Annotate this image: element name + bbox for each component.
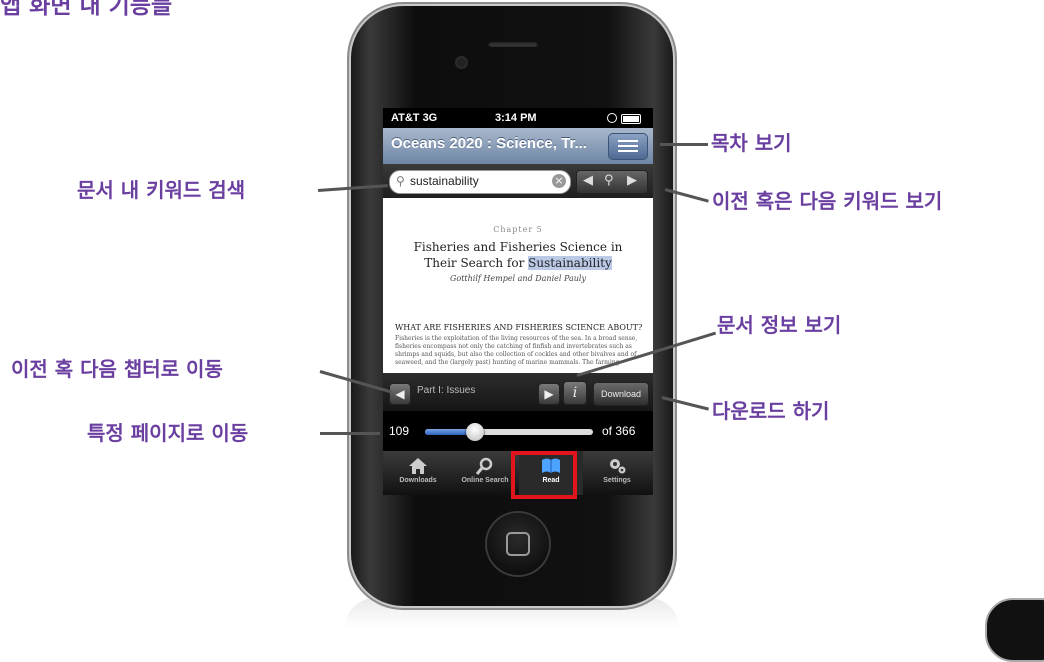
status-bar: AT&T 3G 3:14 PM	[383, 108, 653, 128]
tab-downloads[interactable]: Downloads	[386, 451, 450, 495]
current-page: 109	[389, 424, 410, 438]
corner-device-fragment	[985, 598, 1044, 662]
home-square-icon	[506, 532, 530, 556]
list-icon-line	[618, 145, 638, 147]
authors: Gotthilf Hempel and Daniel Pauly	[449, 274, 586, 283]
page-slider-bar: 109 of 366	[383, 411, 653, 451]
magnifier-icon	[475, 457, 493, 475]
title-text: Their Search for	[424, 256, 529, 270]
keyword-nav-segment: ◀ ⚲ ▶	[576, 170, 648, 194]
tab-label: Settings	[603, 477, 631, 484]
callout-prev-next-chapter: 이전 혹 다음 챕터로 이동	[11, 357, 223, 381]
chapter-label: Chapter 5	[493, 225, 543, 234]
page-slider-handle[interactable]	[466, 423, 485, 441]
battery-icon	[621, 114, 641, 124]
document-page: Chapter 5 Fisheries and Fisheries Scienc…	[383, 198, 653, 373]
clear-search-icon[interactable]: ×	[552, 174, 566, 188]
list-icon	[618, 140, 638, 142]
page-slider-track[interactable]	[425, 423, 593, 441]
search-icon: ⚲	[396, 174, 405, 188]
callout-line-goto	[320, 432, 380, 435]
home-button[interactable]	[487, 513, 549, 575]
callout-prev-next-keyword: 이전 혹은 다음 키워드 보기	[712, 189, 943, 213]
next-keyword-button[interactable]: ▶	[627, 173, 637, 188]
section-heading: WHAT ARE FISHERIES AND FISHERIES SCIENCE…	[395, 323, 643, 332]
total-pages: of 366	[602, 424, 636, 438]
tab-label: Online Search	[461, 477, 509, 484]
search-row: ⚲ × ◀ ⚲ ▶	[383, 164, 653, 198]
chapter-name: Part I: Issues	[417, 385, 476, 396]
keyword-search-box: ⚲ ×	[389, 170, 571, 194]
gears-icon	[610, 459, 626, 474]
clock: 3:14 PM	[495, 112, 537, 124]
tab-label: Downloads	[399, 477, 437, 484]
prev-chapter-button[interactable]: ◀	[389, 383, 411, 405]
callout-goto-page: 특정 페이지로 이동	[87, 421, 249, 445]
carrier-label: AT&T 3G	[391, 112, 438, 124]
callout-keyword-search: 문서 내 키워드 검색	[77, 178, 246, 202]
tab-online-search[interactable]: Online Search	[453, 451, 517, 495]
rotation-lock-icon	[607, 113, 617, 123]
chapter-title-line2: Their Search for Sustainability	[383, 256, 653, 270]
doc-info-button[interactable]: i	[563, 381, 587, 405]
navigation-bar: Oceans 2020 : Science, Tr...	[383, 128, 653, 165]
tab-settings[interactable]: Settings	[585, 451, 649, 495]
document-title: Oceans 2020 : Science, Tr...	[391, 135, 587, 152]
toc-button[interactable]	[608, 133, 648, 160]
house-icon	[409, 458, 427, 474]
callout-line-toc	[660, 143, 708, 146]
keyword-search-input[interactable]	[410, 174, 540, 188]
callout-download: 다운로드 하기	[712, 399, 830, 423]
prev-keyword-button[interactable]: ◀	[583, 173, 593, 188]
next-chapter-button[interactable]: ▶	[538, 383, 560, 405]
list-icon-line	[618, 150, 638, 152]
chapter-bar: ◀ Part I: Issues ▶ i Download	[383, 373, 653, 411]
phone-screen: AT&T 3G 3:14 PM Oceans 2020 : Science, T…	[383, 108, 653, 495]
body-paragraph: Fisheries is the exploitation of the liv…	[395, 335, 638, 366]
search-highlight: Sustainability	[528, 256, 612, 270]
search-icon[interactable]: ⚲	[604, 173, 614, 188]
chapter-title-line1: Fisheries and Fisheries Science in	[413, 240, 623, 254]
page-title: 앱 화면 내 기능들	[0, 0, 173, 19]
callout-doc-info: 문서 정보 보기	[717, 313, 842, 337]
front-camera-icon	[457, 58, 466, 67]
earpiece-speaker	[488, 41, 538, 47]
read-tab-highlight-box	[511, 451, 577, 499]
download-button[interactable]: Download	[593, 382, 649, 406]
callout-toc: 목차 보기	[711, 131, 792, 155]
